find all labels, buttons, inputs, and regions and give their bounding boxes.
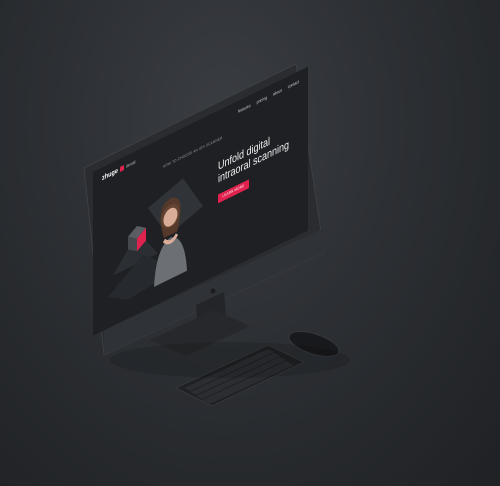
monitor-stand-neck xyxy=(196,292,226,331)
logo-text: zhuge xyxy=(102,166,118,183)
hero-title: Unfold digital intraoral scanning xyxy=(218,134,290,186)
monitor-stand-base xyxy=(150,310,250,356)
nav-link-about[interactable]: about xyxy=(273,88,282,97)
hero-copy: Unfold digital intraoral scanning learn … xyxy=(218,121,298,204)
cta-button[interactable]: learn more xyxy=(218,179,249,204)
nav-link-pricing[interactable]: pricing xyxy=(257,95,267,104)
nav-link-contact[interactable]: contact xyxy=(288,80,299,90)
keyboard-keys xyxy=(184,349,294,404)
shadow xyxy=(110,342,350,378)
logo-mark-icon xyxy=(119,165,124,173)
site-nav: features pricing about contact xyxy=(238,80,299,114)
logo-subtext: dental xyxy=(125,159,136,169)
desk-scene: zhuge dental features pricing about cont… xyxy=(0,0,500,486)
nav-link-features[interactable]: features xyxy=(238,103,251,114)
site-logo[interactable]: zhuge dental xyxy=(102,158,135,182)
monitor-screen-website: zhuge dental features pricing about cont… xyxy=(93,66,308,336)
mouse xyxy=(288,331,340,357)
keyboard xyxy=(174,344,306,407)
brand-logo-icon xyxy=(210,288,216,294)
